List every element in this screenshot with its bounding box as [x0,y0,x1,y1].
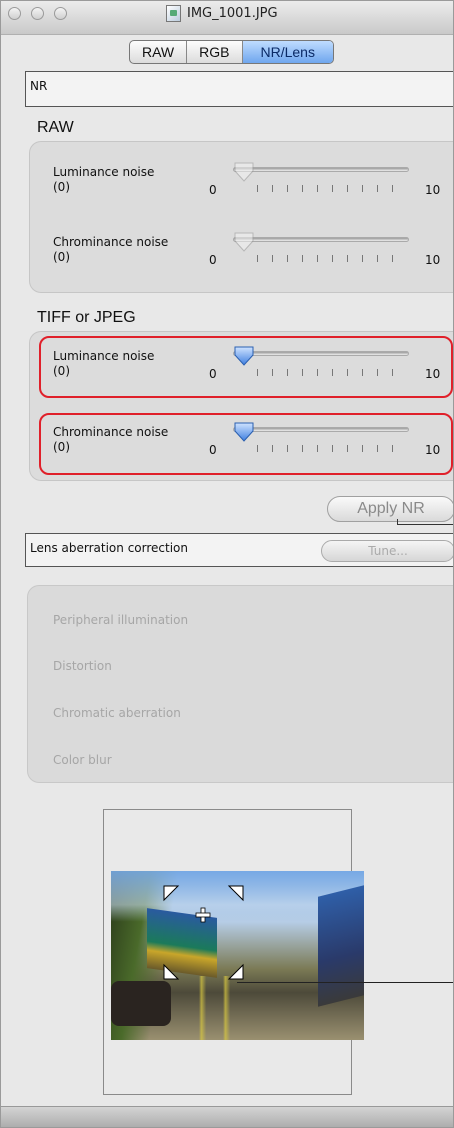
marker-top-left-icon[interactable] [163,885,180,902]
chromatic-aberration-option: Chromatic aberration [53,706,181,720]
close-window-button[interactable] [8,7,21,20]
raw-luminance-slider[interactable] [233,167,409,172]
window-title: IMG_1001.JPG [187,6,278,21]
tab-nr-lens[interactable]: NR/Lens [242,41,333,63]
preview-callout-line [237,982,453,983]
panel-tabs: RAW RGB NR/Lens [129,40,334,64]
raw-chrominance-slider[interactable] [233,237,409,242]
minimize-window-button[interactable] [31,7,44,20]
nr-section-header: NR [25,71,453,107]
raw-chrominance-min: 0 [209,253,217,267]
image-file-icon [166,5,181,22]
raw-chrominance-slider-thumb-icon[interactable] [233,231,255,253]
tab-raw[interactable]: RAW [130,41,188,63]
raw-luminance-value: (0) [53,180,70,194]
apply-callout-line [397,519,453,525]
color-blur-option: Color blur [53,753,112,767]
raw-chrominance-max: 10 [425,253,441,267]
window-bottom-bar [1,1106,453,1127]
tab-rgb[interactable]: RGB [187,41,243,63]
area-markers [163,885,244,980]
window-title-group: IMG_1001.JPG [166,5,278,22]
raw-luminance-min: 0 [209,183,217,197]
raw-group-label: RAW [37,119,74,136]
distortion-option: Distortion [53,659,112,673]
chrominance-highlight-frame [39,413,453,475]
tune-button[interactable]: Tune... [321,540,453,562]
luminance-highlight-frame [39,336,453,398]
crosshair-icon[interactable] [195,907,211,923]
raw-chrominance-value: (0) [53,250,70,264]
nr-header-label: NR [30,79,48,93]
raw-chrominance-row: Chrominance noise (0) 0 10 [53,232,453,279]
raw-luminance-max: 10 [425,183,441,197]
raw-luminance-row: Luminance noise (0) 0 10 [53,162,453,209]
marker-bottom-left-icon[interactable] [163,963,180,980]
raw-luminance-label: Luminance noise [53,165,155,179]
peripheral-illumination-option: Peripheral illumination [53,613,189,627]
marker-top-right-icon[interactable] [227,885,244,902]
raw-luminance-slider-thumb-icon[interactable] [233,161,255,183]
marker-bottom-right-icon[interactable] [227,963,244,980]
raw-chrominance-ticks [257,255,407,262]
zoom-window-button[interactable] [54,7,67,20]
raw-luminance-ticks [257,185,407,192]
title-bar: IMG_1001.JPG [1,1,453,35]
nr-lens-window: IMG_1001.JPG RAW RGB NR/Lens NR RAW Lumi… [0,0,454,1128]
raw-chrominance-label: Chrominance noise [53,235,169,249]
tiff-jpeg-group-label: TIFF or JPEG [37,309,136,326]
lens-header-label: Lens aberration correction [30,541,188,555]
